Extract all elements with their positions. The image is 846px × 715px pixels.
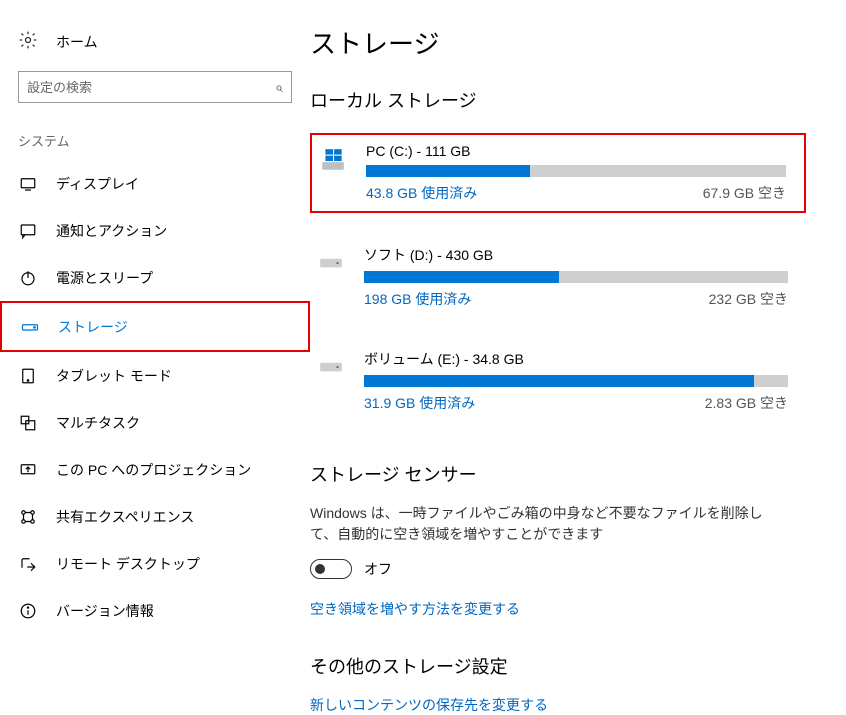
drive-free-label: 67.9 GB 空き [703,183,786,203]
storage-sense-toggle[interactable] [310,559,352,579]
usage-bar-fill [364,271,559,283]
nav-label: バージョン情報 [56,601,154,621]
nav-label: 通知とアクション [56,221,167,241]
power-icon [18,268,38,288]
nav-item-tablet[interactable]: タブレット モード [0,352,310,399]
info-icon [18,601,38,621]
nav-item-multitask[interactable]: マルチタスク [0,399,310,446]
storage-sense-toggle-label: オフ [364,559,392,579]
nav-list: ディスプレイ 通知とアクション 電源とスリープ ストレージ [0,160,310,634]
gear-icon [18,30,38,53]
drive-row-e[interactable]: ボリューム (E:) - 34.8 GB 31.9 GB 使用済み 2.83 G… [310,341,806,421]
drive-icon [20,317,40,337]
nav-label: 電源とスリープ [56,268,153,288]
nav-label: この PC へのプロジェクション [56,460,251,480]
nav-label: タブレット モード [56,366,172,386]
search-box[interactable]: ⌕ [18,71,292,103]
storage-sense-toggle-row: オフ [310,559,770,579]
page-title: ストレージ [310,24,846,61]
storage-sense-section: ストレージ センサー Windows は、一時ファイルやごみ箱の中身など不要なフ… [310,461,770,619]
drive-free-label: 232 GB 空き [709,289,788,309]
drive-used-label: 43.8 GB 使用済み [366,183,477,203]
nav-label: ディスプレイ [56,174,139,194]
usage-bar-fill [364,375,754,387]
usage-bar-fill [366,165,530,177]
tablet-icon [18,366,38,386]
nav-label: 共有エクスペリエンス [56,507,194,527]
drive-row-c[interactable]: PC (C:) - 111 GB 43.8 GB 使用済み 67.9 GB 空き [310,133,806,213]
share-icon [18,507,38,527]
sidebar: ホーム ⌕ document.querySelector('.search-ic… [0,0,310,652]
other-storage-link[interactable]: 新しいコンテンツの保存先を変更する [310,695,770,715]
chat-icon [18,221,38,241]
drive-title: ソフト (D:) - 430 GB [364,245,788,265]
nav-item-storage[interactable]: ストレージ [2,303,308,350]
nav-item-remote[interactable]: リモート デスクトップ [0,540,310,587]
nav-item-notifications[interactable]: 通知とアクション [0,207,310,254]
nav-label: マルチタスク [56,413,140,433]
home-label: ホーム [56,32,98,52]
nav-item-about[interactable]: バージョン情報 [0,587,310,634]
other-storage-section: その他のストレージ設定 新しいコンテンツの保存先を変更する [310,653,770,715]
storage-sense-desc: Windows は、一時ファイルやごみ箱の中身など不要なファイルを削除して、自動… [310,503,770,545]
hdd-icon [316,351,346,381]
usage-bar [364,375,788,387]
home-button[interactable]: ホーム [0,30,310,71]
nav-item-power[interactable]: 電源とスリープ [0,254,310,301]
nav-item-storage-highlight: ストレージ [0,301,310,352]
drive-used-label: 198 GB 使用済み [364,289,471,309]
project-icon [18,460,38,480]
drive-used-label: 31.9 GB 使用済み [364,393,475,413]
nav-label: ストレージ [58,317,128,337]
remote-icon [18,554,38,574]
sidebar-section-label: システム [0,121,310,160]
nav-item-display[interactable]: ディスプレイ [0,160,310,207]
other-storage-heading: その他のストレージ設定 [310,653,770,679]
storage-sense-link[interactable]: 空き領域を増やす方法を変更する [310,599,770,619]
nav-item-projection[interactable]: この PC へのプロジェクション [0,446,310,493]
search-input[interactable] [27,80,275,95]
nav-item-shared[interactable]: 共有エクスペリエンス [0,493,310,540]
drive-row-d[interactable]: ソフト (D:) - 430 GB 198 GB 使用済み 232 GB 空き [310,237,806,317]
drive-body: ソフト (D:) - 430 GB 198 GB 使用済み 232 GB 空き [364,245,788,309]
drive-free-label: 2.83 GB 空き [705,393,788,413]
multitask-icon [18,413,38,433]
drive-body: ボリューム (E:) - 34.8 GB 31.9 GB 使用済み 2.83 G… [364,349,788,413]
usage-bar [364,271,788,283]
usage-bar [366,165,786,177]
storage-sense-heading: ストレージ センサー [310,461,770,487]
local-storage-heading: ローカル ストレージ [310,87,846,113]
hdd-icon [316,247,346,277]
main-content: ストレージ ローカル ストレージ PC (C:) - 111 GB 43.8 G… [310,0,846,652]
drive-body: PC (C:) - 111 GB 43.8 GB 使用済み 67.9 GB 空き [366,143,786,203]
display-icon [18,174,38,194]
drive-list: PC (C:) - 111 GB 43.8 GB 使用済み 67.9 GB 空き… [310,133,846,421]
drive-title: ボリューム (E:) - 34.8 GB [364,349,788,369]
windows-drive-icon [318,145,348,175]
nav-label: リモート デスクトップ [56,554,200,574]
search-icon: ⌕ [275,79,283,96]
drive-title: PC (C:) - 111 GB [366,143,786,159]
